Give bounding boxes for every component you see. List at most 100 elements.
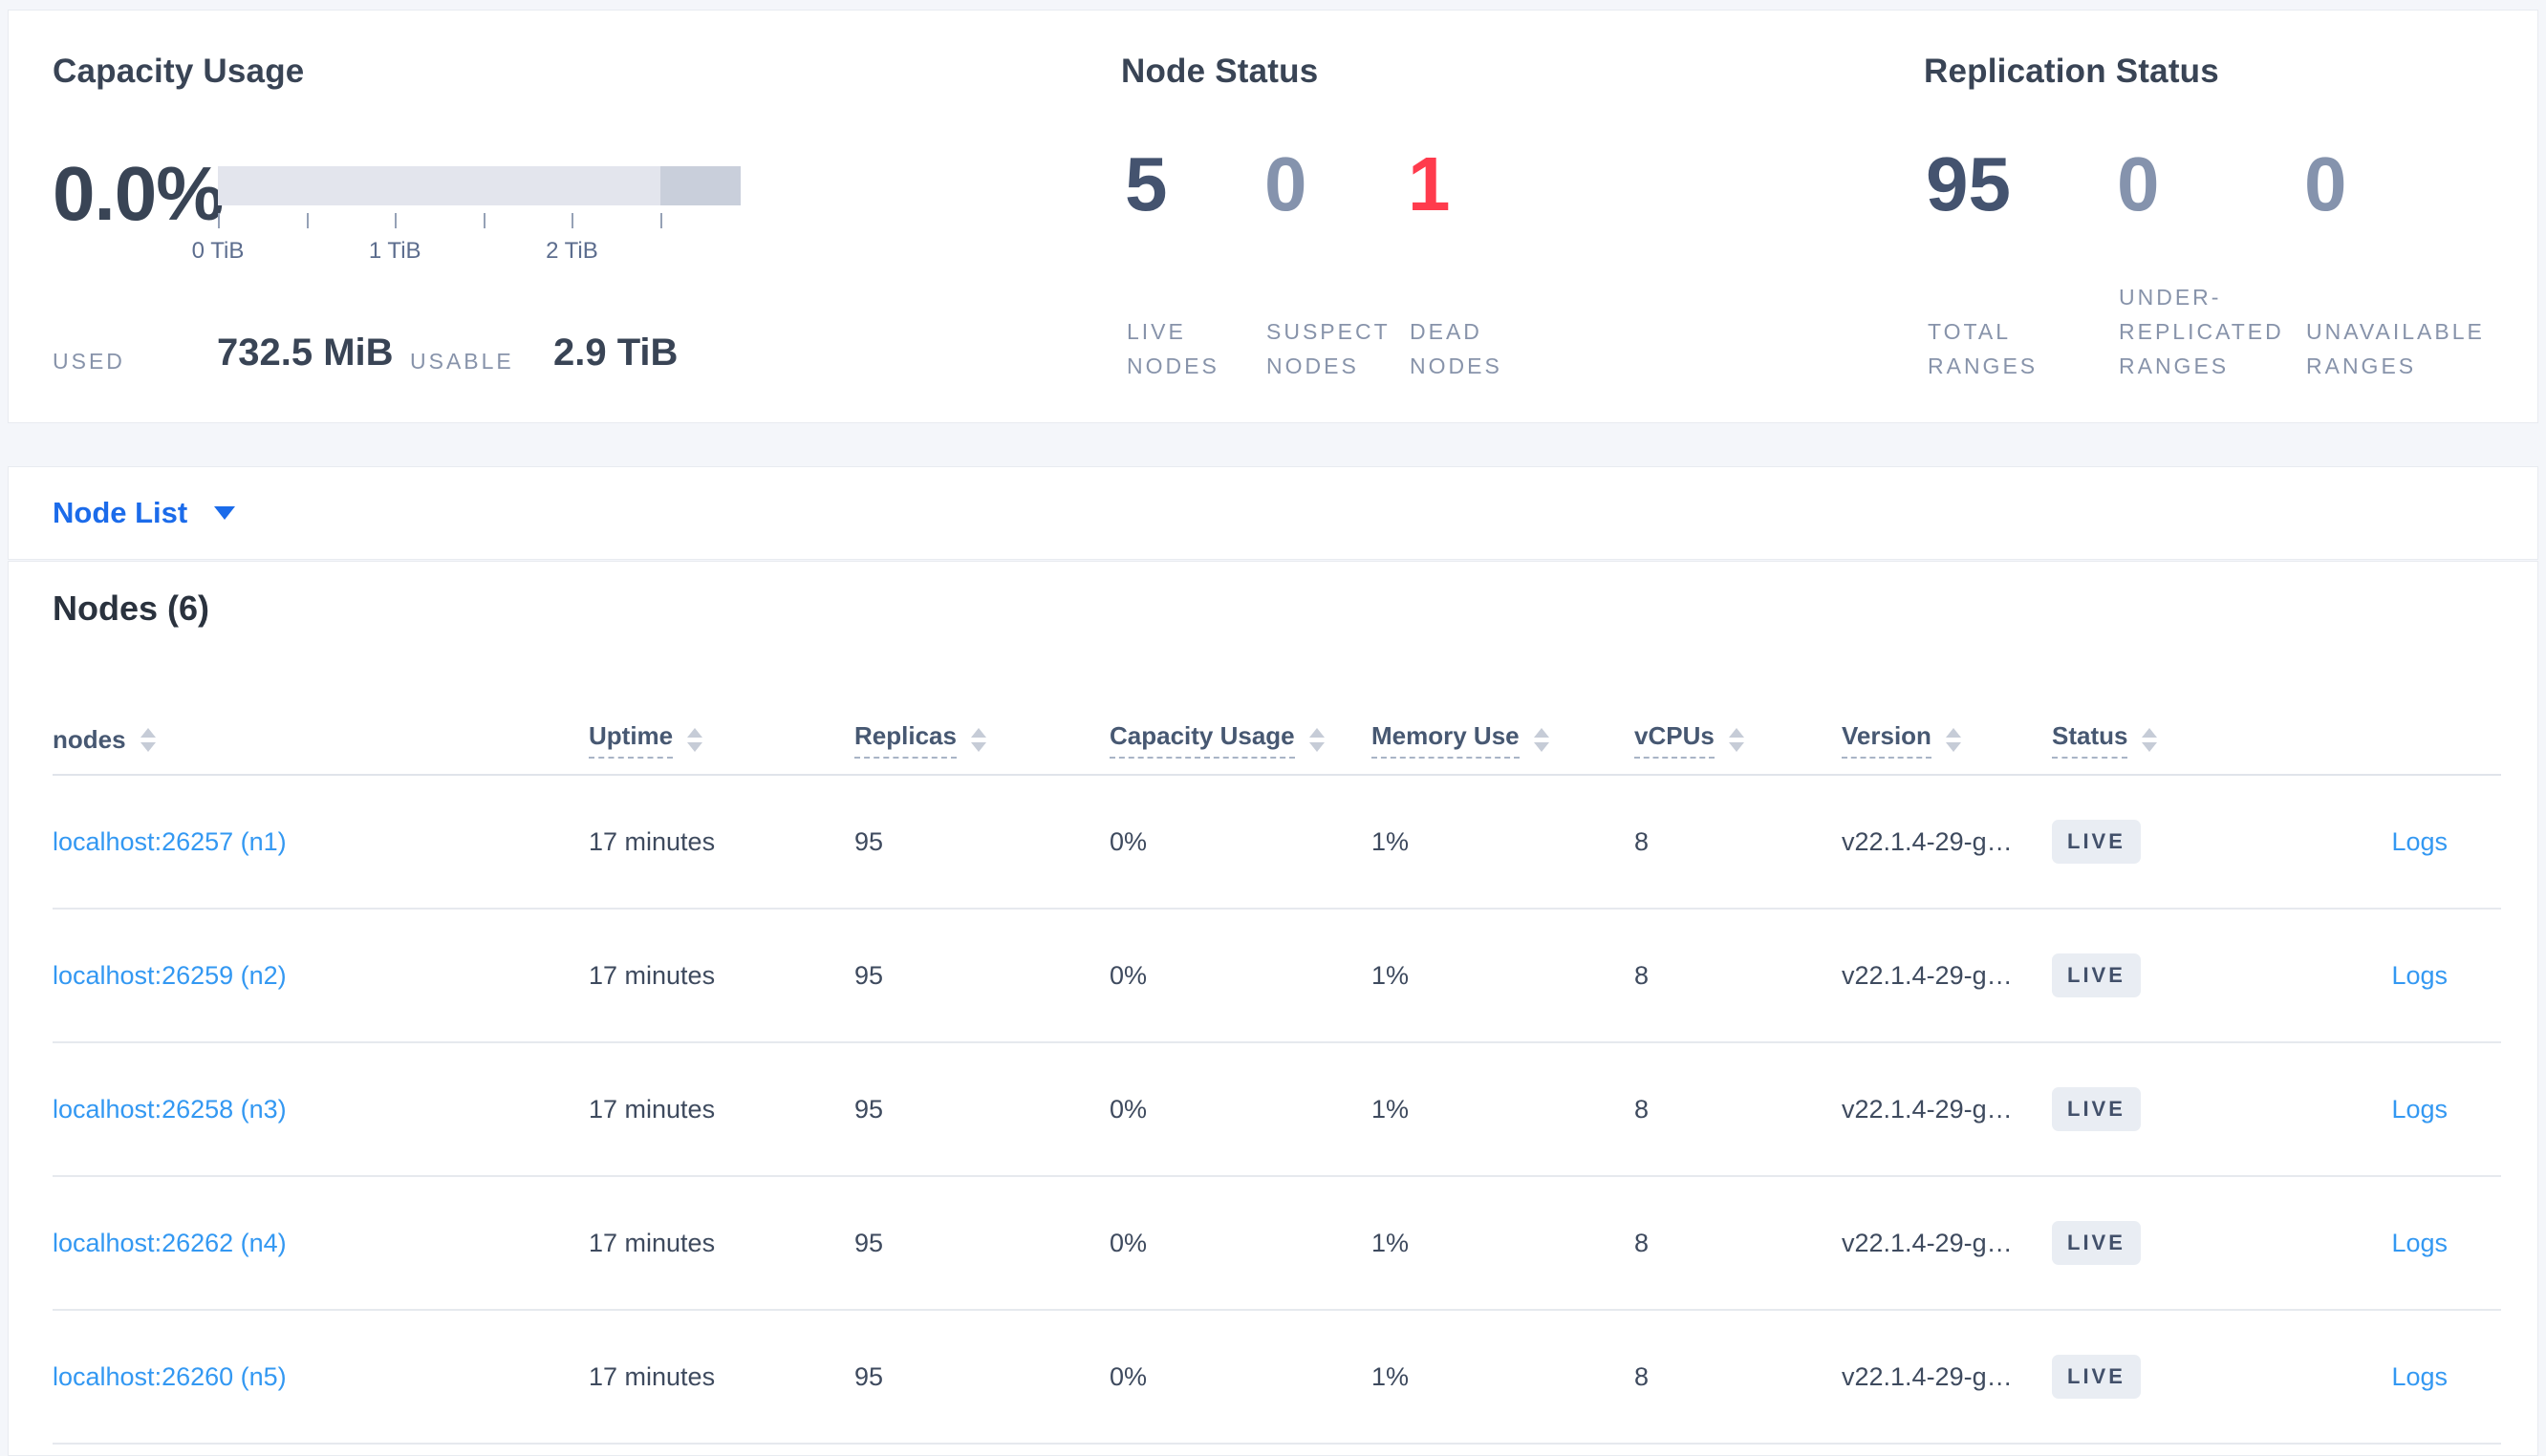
column-header-version[interactable]: Version — [1842, 721, 2052, 759]
capacity-axis: 0 TiB 1 TiB 2 TiB — [192, 213, 741, 280]
logs-link[interactable]: Logs — [2391, 827, 2448, 856]
metric-label: LIVE NODES — [1127, 319, 1219, 378]
replicas-cell: 95 — [854, 1228, 884, 1257]
node-link[interactable]: localhost:26259 (n2) — [53, 961, 287, 990]
table-row: localhost:26262 (n4) 17 minutes 95 0% 1%… — [53, 1177, 2501, 1311]
sort-icon[interactable] — [1533, 727, 1549, 752]
version-cell: v22.1.4-29-g… — [1842, 1228, 2013, 1257]
nodes-table-body: localhost:26257 (n1) 17 minutes 95 0% 1%… — [53, 776, 2501, 1455]
sort-down-arrow-icon — [687, 741, 703, 752]
node-link[interactable]: localhost:26258 (n3) — [53, 1095, 287, 1124]
sort-down-arrow-icon — [1945, 741, 1961, 752]
version-cell: v22.1.4-29-g… — [1842, 1094, 2013, 1124]
metric-under--replicated-ranges: 0 UNDER- REPLICATED RANGES — [2117, 144, 2318, 393]
replication-status-section: Replication Status 95 TOTAL RANGES 0 UNDE… — [1924, 11, 2535, 422]
table-row: localhost:26257 (n1) 17 minutes 95 0% 1%… — [53, 776, 2501, 910]
replication-status-title: Replication Status — [1924, 53, 2219, 90]
usable-value: 2.9 TiB — [553, 332, 679, 374]
vcpus-cell: 8 — [1634, 1094, 1650, 1124]
capacity-usage-title: Capacity Usage — [53, 53, 305, 90]
sort-icon[interactable] — [140, 727, 156, 752]
sort-down-arrow-icon — [140, 741, 156, 752]
column-header-vcpus[interactable]: vCPUs — [1634, 721, 1842, 759]
sort-icon[interactable] — [2142, 727, 2158, 752]
sort-up-arrow-icon — [140, 727, 156, 738]
metric-label: UNDER- REPLICATED RANGES — [2119, 285, 2284, 378]
sort-icon[interactable] — [1945, 727, 1961, 752]
sort-icon[interactable] — [1728, 727, 1744, 752]
capacity-bar — [218, 166, 741, 205]
status-badge: LIVE — [2052, 953, 2141, 997]
sort-up-arrow-icon — [2142, 727, 2158, 738]
sort-icon[interactable] — [1308, 727, 1325, 752]
column-header-status[interactable]: Status — [2052, 721, 2304, 759]
sort-down-arrow-icon — [970, 741, 986, 752]
sort-icon[interactable] — [687, 727, 703, 752]
sort-up-arrow-icon — [1728, 727, 1744, 738]
vcpus-cell: 8 — [1634, 1361, 1650, 1391]
version-cell: v22.1.4-29-g… — [1842, 960, 2013, 990]
status-badge: LIVE — [2052, 1087, 2141, 1131]
sort-up-arrow-icon — [1945, 727, 1961, 738]
memory-use-cell: 1% — [1371, 1228, 1410, 1257]
status-badge: LIVE — [2052, 1221, 2141, 1265]
node-link[interactable]: localhost:26257 (n1) — [53, 827, 287, 856]
capacity-usage-cell: 0% — [1110, 1361, 1148, 1391]
metric-total-ranges: 95 TOTAL RANGES — [1926, 144, 2126, 393]
uptime-cell: 17 minutes — [589, 960, 716, 990]
metric-value: 0 — [2304, 141, 2347, 226]
used-value: 732.5 MiB — [217, 332, 394, 374]
replicas-cell: 95 — [854, 960, 884, 990]
capacity-axis-tick-label: 1 TiB — [368, 238, 421, 264]
memory-use-cell: 1% — [1371, 826, 1410, 856]
uptime-cell: 17 minutes — [589, 1361, 716, 1391]
logs-link[interactable]: Logs — [2391, 1095, 2448, 1124]
column-header-uptime[interactable]: Uptime — [589, 721, 854, 759]
column-header-memory-use[interactable]: Memory Use — [1371, 721, 1634, 759]
metric-value: 95 — [1926, 141, 2011, 226]
metric-unavailable-ranges: 0 UNAVAILABLE RANGES — [2304, 144, 2505, 393]
capacity-usage-section: Capacity Usage 0.0% 0 TiB 1 TiB 2 TiB USED… — [53, 11, 808, 422]
logs-link[interactable]: Logs — [2391, 1229, 2448, 1257]
capacity-usage-cell: 0% — [1110, 1228, 1148, 1257]
nodes-table-header: nodes Uptime Replicas Capacity Usage Mem… — [53, 705, 2501, 776]
sort-down-arrow-icon — [1728, 741, 1744, 752]
logs-link[interactable]: Logs — [2391, 1362, 2448, 1391]
memory-use-cell: 1% — [1371, 1094, 1410, 1124]
node-list-dropdown-label: Node List — [53, 496, 188, 529]
capacity-axis-tick — [306, 213, 309, 228]
node-link[interactable]: localhost:26260 (n5) — [53, 1362, 287, 1391]
capacity-axis-tick — [483, 213, 485, 228]
metric-label: SUSPECT NODES — [1266, 319, 1391, 378]
uptime-cell: 17 minutes — [589, 1094, 716, 1124]
version-cell: v22.1.4-29-g… — [1842, 1361, 2013, 1391]
column-header-capacity-usage[interactable]: Capacity Usage — [1110, 721, 1371, 759]
metric-label: DEAD NODES — [1410, 319, 1502, 378]
capacity-bar-other-segment — [660, 166, 741, 205]
memory-use-cell: 1% — [1371, 1361, 1410, 1391]
capacity-axis-tick — [572, 213, 574, 228]
capacity-axis-tick — [660, 213, 663, 228]
metric-value: 1 — [1408, 141, 1451, 226]
table-row: localhost:26260 (n5) 17 minutes 95 0% 1%… — [53, 1311, 2501, 1445]
sort-icon[interactable] — [970, 727, 986, 752]
status-badge: LIVE — [2052, 1355, 2141, 1399]
vcpus-cell: 8 — [1634, 826, 1650, 856]
node-status-title: Node Status — [1121, 53, 1319, 90]
column-header-nodes[interactable]: nodes — [53, 725, 589, 755]
metric-label: UNAVAILABLE RANGES — [2306, 319, 2485, 378]
node-list-dropdown[interactable]: Node List — [53, 467, 236, 559]
node-status-section: Node Status 5 LIVE NODES 0 SUSPECT NODES 1… — [1121, 11, 1809, 422]
column-header-replicas[interactable]: Replicas — [854, 721, 1110, 759]
nodes-table-title: Nodes (6) — [53, 589, 210, 628]
logs-link[interactable]: Logs — [2391, 961, 2448, 990]
cluster-summary-panel: Capacity Usage 0.0% 0 TiB 1 TiB 2 TiB USED… — [8, 10, 2538, 423]
capacity-usage-cell: 0% — [1110, 960, 1148, 990]
sort-up-arrow-icon — [1308, 727, 1325, 738]
version-cell: v22.1.4-29-g… — [1842, 826, 2013, 856]
node-link[interactable]: localhost:26262 (n4) — [53, 1229, 287, 1257]
capacity-usage-cell: 0% — [1110, 826, 1148, 856]
capacity-bar-usable-segment — [218, 166, 661, 205]
used-label: USED — [53, 349, 125, 374]
capacity-usage-cell: 0% — [1110, 1094, 1148, 1124]
